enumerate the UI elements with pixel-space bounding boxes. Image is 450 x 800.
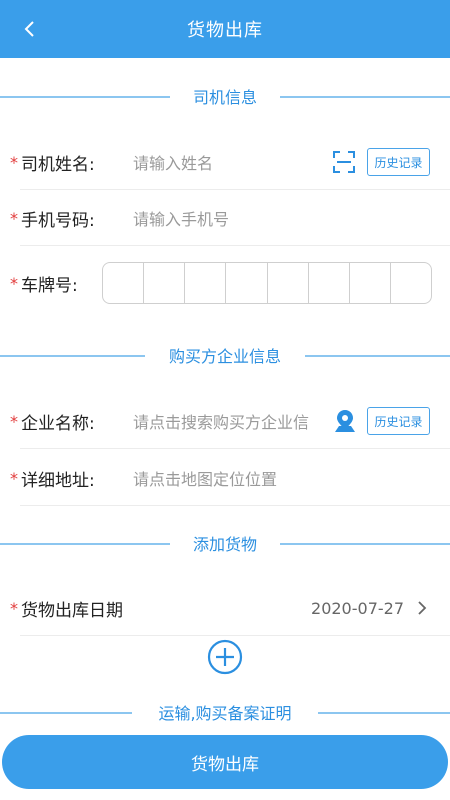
company-history-button[interactable]: 历史记录 xyxy=(367,407,430,435)
address-row: * 详细地址: 请点击地图定位位置 xyxy=(0,450,450,506)
company-label: * 企业名称: xyxy=(10,409,95,434)
driver-name-input[interactable]: 请输入姓名 xyxy=(133,150,213,174)
section-line-left xyxy=(0,355,145,357)
required-mark: * xyxy=(10,598,18,618)
section-title-text: 司机信息 xyxy=(180,84,269,108)
section-line-right xyxy=(305,355,450,357)
section-line-right xyxy=(280,96,450,98)
company-row: * 企业名称: 请点击搜索购买方企业信 历史记录 xyxy=(0,393,450,449)
section-line-left xyxy=(0,712,132,714)
date-value: 2020-07-27 xyxy=(311,598,404,618)
required-mark: * xyxy=(10,152,18,172)
required-mark: * xyxy=(10,468,18,488)
plate-cell[interactable] xyxy=(103,263,145,303)
chevron-right-icon xyxy=(414,600,430,616)
row-divider xyxy=(20,635,450,636)
section-buyer-info: 购买方企业信息 xyxy=(0,340,450,370)
date-label: * 货物出库日期 xyxy=(10,596,123,621)
row-divider xyxy=(20,505,450,506)
section-line-left xyxy=(0,96,170,98)
section-line-right xyxy=(318,712,450,714)
location-icon[interactable] xyxy=(334,409,356,433)
plate-label: * 车牌号: xyxy=(10,271,78,296)
plate-cell[interactable] xyxy=(391,263,431,303)
row-divider xyxy=(20,245,450,246)
plate-label-text: 车牌号: xyxy=(21,275,78,296)
driver-phone-input[interactable]: 请输入手机号 xyxy=(133,206,229,230)
required-mark: * xyxy=(10,411,18,431)
page-title: 货物出库 xyxy=(187,20,263,41)
plate-cell[interactable] xyxy=(268,263,309,303)
address-label-text: 详细地址: xyxy=(21,470,95,491)
row-divider xyxy=(20,448,450,449)
plate-cell[interactable] xyxy=(144,263,186,303)
company-search-input[interactable]: 请点击搜索购买方企业信 xyxy=(133,409,325,433)
section-driver-info: 司机信息 xyxy=(0,81,450,111)
section-line-left xyxy=(0,543,170,545)
submit-button[interactable]: 货物出库 xyxy=(2,735,448,789)
driver-phone-row: * 手机号码: 请输入手机号 xyxy=(0,190,450,246)
driver-phone-label: * 手机号码: xyxy=(10,206,95,231)
address-label: * 详细地址: xyxy=(10,466,95,491)
plate-cell[interactable] xyxy=(185,263,227,303)
date-label-text: 货物出库日期 xyxy=(21,600,123,621)
section-line-right xyxy=(280,543,450,545)
driver-name-label: * 司机姓名: xyxy=(10,150,95,175)
date-row[interactable]: * 货物出库日期 2020-07-27 xyxy=(0,580,450,636)
driver-phone-label-text: 手机号码: xyxy=(21,210,95,231)
section-add-goods: 添加货物 xyxy=(0,528,450,558)
driver-history-button[interactable]: 历史记录 xyxy=(367,148,430,176)
company-label-text: 企业名称: xyxy=(21,413,95,434)
driver-name-label-text: 司机姓名: xyxy=(21,154,95,175)
plate-input-boxes xyxy=(102,262,432,304)
back-icon[interactable] xyxy=(18,17,42,41)
section-title-text: 添加货物 xyxy=(180,531,269,555)
required-mark: * xyxy=(10,208,18,228)
plate-cell[interactable] xyxy=(309,263,350,303)
plate-cell[interactable] xyxy=(226,263,268,303)
section-title-text: 运输,购买备案证明 xyxy=(146,700,304,724)
address-input[interactable]: 请点击地图定位位置 xyxy=(133,466,277,490)
required-mark: * xyxy=(10,273,18,293)
scan-icon[interactable] xyxy=(333,151,355,173)
section-title-text: 购买方企业信息 xyxy=(156,343,293,367)
add-goods-icon[interactable] xyxy=(207,639,243,675)
top-bar: 货物出库 xyxy=(0,0,450,58)
section-proof: 运输,购买备案证明 xyxy=(0,697,450,727)
driver-name-row: * 司机姓名: 请输入姓名 历史记录 xyxy=(0,134,450,190)
plate-cell[interactable] xyxy=(350,263,391,303)
